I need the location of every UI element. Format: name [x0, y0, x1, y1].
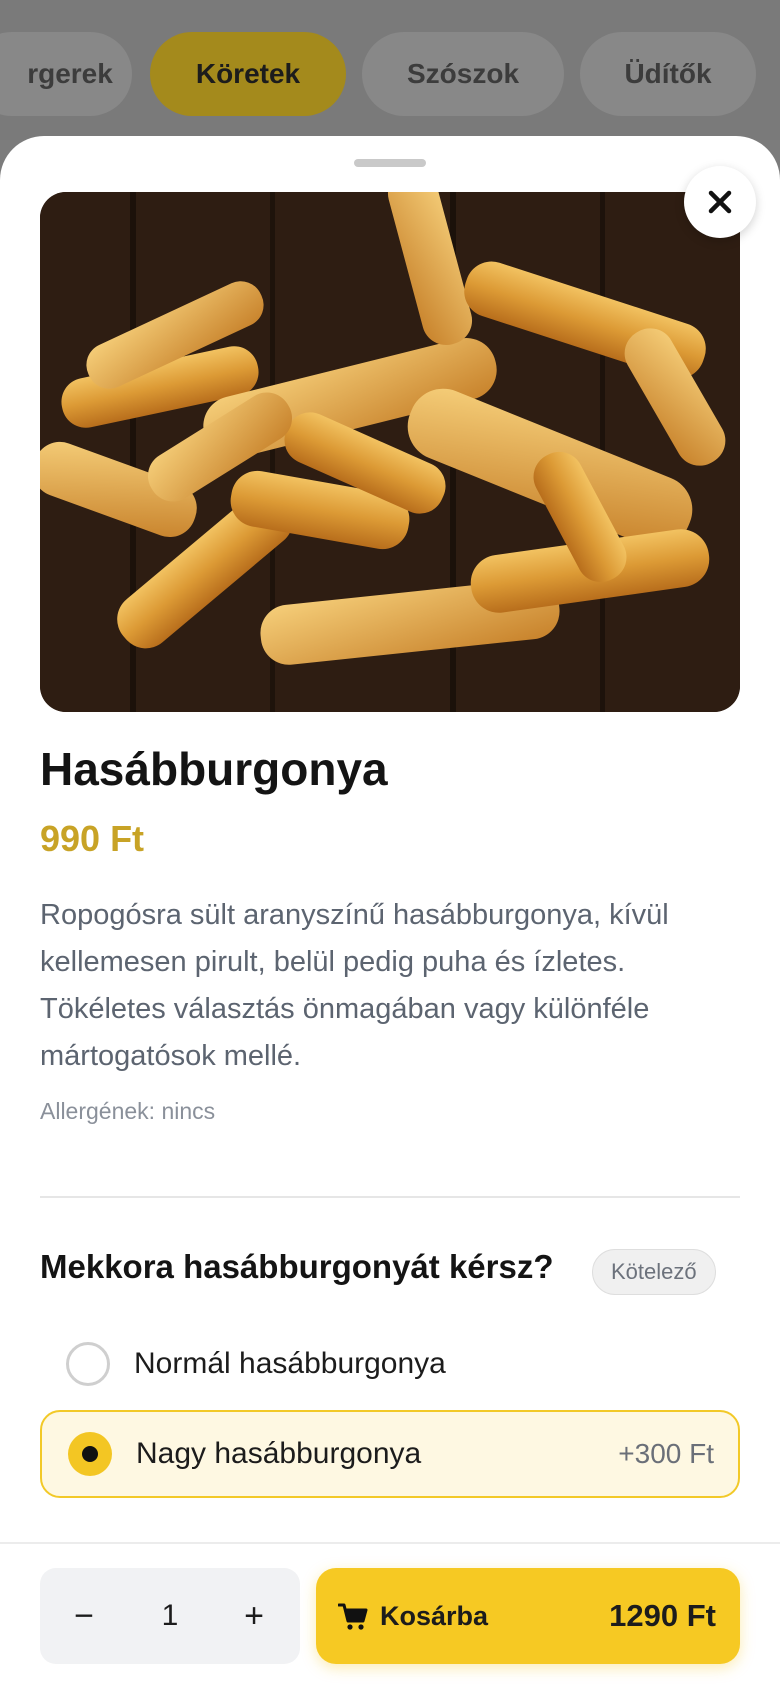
product-price: 990 Ft	[40, 818, 145, 859]
tab-szoszok[interactable]: Szószok	[362, 32, 564, 116]
option-question: Mekkora hasábburgonyát kérsz?	[40, 1248, 554, 1285]
allergens-text: Allergének: nincs	[40, 1098, 216, 1124]
tab-uditok[interactable]: Üdítők	[580, 32, 756, 116]
product-description: Ropogósra sült aranyszínű hasábburgonya,…	[40, 899, 669, 1072]
required-badge: Kötelező	[592, 1249, 716, 1295]
option-label: Nagy hasábburgonya	[136, 1437, 422, 1470]
drag-handle[interactable]	[354, 159, 426, 167]
cart-total: 1290 Ft	[609, 1598, 716, 1633]
radio-large[interactable]	[68, 1432, 112, 1476]
quantity-stepper: − 1 +	[40, 1568, 300, 1664]
decrease-button[interactable]: −	[54, 1568, 114, 1664]
option-label: Normál hasábburgonya	[134, 1347, 446, 1380]
quantity-value: 1	[161, 1599, 179, 1632]
add-to-cart-button[interactable]: Kosárba 1290 Ft	[316, 1568, 740, 1664]
footer-divider	[0, 1542, 780, 1544]
radio-normal[interactable]	[66, 1342, 110, 1386]
option-price: +300 Ft	[618, 1438, 714, 1469]
add-to-cart-label: Kosárba	[380, 1600, 489, 1631]
category-tabs: rgerek Köretek Szószok Üdítők	[0, 0, 780, 140]
close-icon	[708, 190, 732, 214]
section-divider	[40, 1196, 740, 1198]
increase-button[interactable]: +	[224, 1568, 284, 1664]
tab-koretek[interactable]: Köretek	[150, 32, 346, 116]
option-normal[interactable]: Normál hasábburgonya	[40, 1320, 740, 1408]
tab-burgerek[interactable]: rgerek	[0, 32, 132, 116]
product-title: Hasábburgonya	[40, 743, 388, 795]
option-large[interactable]: Nagy hasábburgonya +300 Ft	[40, 1410, 740, 1498]
product-sheet: Hasábburgonya 990 Ft Ropogósra sült aran…	[0, 136, 780, 1688]
cart-icon	[338, 1603, 368, 1630]
product-image	[40, 192, 740, 712]
close-button[interactable]	[684, 166, 756, 238]
